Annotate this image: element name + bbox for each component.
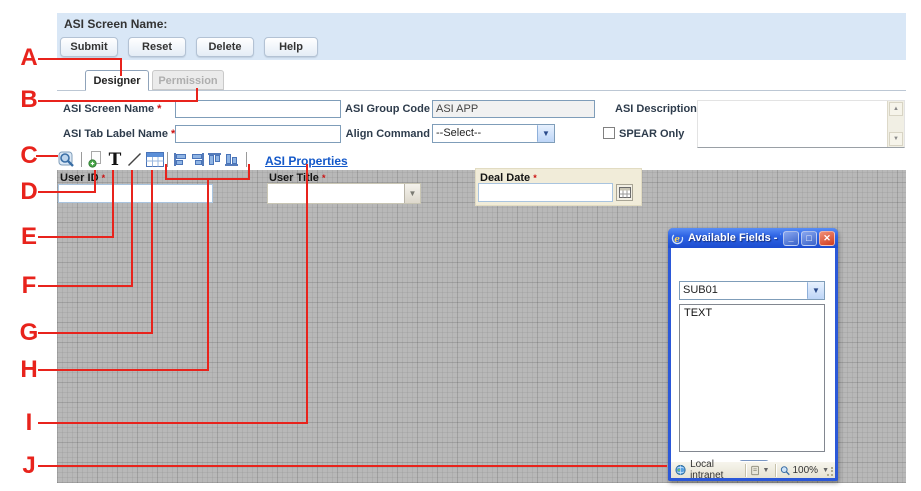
user-title-select[interactable]: ▼ — [267, 183, 421, 204]
annotation-line — [38, 285, 133, 287]
spear-only-checkbox[interactable] — [603, 127, 615, 139]
annotation-letter-d: D — [16, 180, 42, 204]
screen-name-input[interactable] — [175, 100, 341, 118]
annotation-line — [38, 191, 96, 193]
tab-designer[interactable]: Designer — [85, 70, 149, 91]
annotation-letter-j: J — [16, 454, 42, 478]
group-code-label: ASI Group Code — [345, 103, 430, 115]
list-item[interactable]: TEXT — [680, 305, 824, 321]
window-statusbar: Local intranet ▼ 100% ▼ — [671, 461, 835, 478]
line-tool-icon[interactable] — [126, 150, 142, 169]
intranet-globe-icon — [675, 464, 686, 476]
deal-date-input[interactable] — [478, 183, 613, 202]
calendar-icon[interactable] — [616, 184, 633, 201]
zoom-level-label: 100% — [792, 465, 818, 476]
annotation-letter-a: A — [16, 46, 42, 70]
tab-permission[interactable]: Permission — [152, 70, 224, 90]
resize-grip[interactable] — [824, 467, 834, 477]
annotation-letter-c: C — [16, 144, 42, 168]
statusbar-divider — [775, 464, 776, 477]
annotation-letter-e: E — [16, 225, 42, 249]
align-top-icon[interactable] — [206, 150, 222, 169]
annotation-line — [165, 178, 250, 180]
annotation-line — [38, 100, 198, 102]
add-control-icon[interactable] — [87, 150, 103, 169]
annotation-line — [120, 58, 122, 76]
annotation-line — [112, 170, 114, 238]
user-id-input[interactable] — [58, 184, 213, 203]
window-titlebar[interactable]: e Available Fields - Wind... _ □ ✕ — [668, 228, 838, 248]
tab-label-name-label: ASI Tab Label Name * — [63, 128, 175, 140]
submit-button[interactable]: Submit — [60, 37, 118, 57]
security-zone-label: Local intranet — [690, 459, 745, 481]
description-scrollbar[interactable]: ▲ ▼ — [887, 101, 904, 147]
spear-only-label: SPEAR Only — [619, 128, 684, 140]
annotation-line — [38, 332, 153, 334]
minimize-button[interactable]: _ — [783, 231, 799, 246]
annotation-line — [94, 170, 96, 193]
group-code-field: ASI APP — [432, 100, 595, 118]
align-right-icon[interactable] — [189, 150, 205, 169]
zoom-preview-icon[interactable] — [57, 150, 77, 169]
annotation-line — [38, 422, 308, 424]
align-left-icon[interactable] — [172, 150, 188, 169]
table-tool-icon[interactable] — [145, 150, 165, 169]
statusbar-divider — [745, 464, 746, 477]
annotation-letter-f: F — [16, 274, 42, 298]
screen: ASI Screen Name: Submit Reset Delete Hel… — [0, 0, 921, 491]
scroll-up-icon[interactable]: ▲ — [889, 102, 903, 116]
annotation-line — [38, 236, 114, 238]
scroll-down-icon[interactable]: ▼ — [889, 132, 903, 146]
description-textarea[interactable]: ▲ ▼ — [697, 100, 905, 148]
zoom-magnifier-icon — [780, 465, 790, 476]
chevron-down-icon[interactable]: ▼ — [762, 467, 769, 474]
ie-logo-icon: e — [671, 232, 684, 245]
annotation-line — [207, 178, 209, 371]
annotation-line — [306, 164, 308, 424]
annotation-letter-b: B — [16, 88, 42, 112]
text-tool-icon[interactable]: T — [106, 150, 124, 169]
annotation-line — [165, 164, 167, 180]
close-button[interactable]: ✕ — [819, 231, 835, 246]
maximize-button[interactable]: □ — [801, 231, 817, 246]
field-label-user-id: User ID * — [60, 172, 105, 184]
align-command-label: Align Command — [345, 128, 430, 140]
chevron-down-icon[interactable]: ▼ — [537, 125, 554, 142]
chevron-down-icon[interactable]: ▼ — [404, 184, 420, 203]
available-fields-select[interactable]: SUB01 ▼ — [679, 281, 825, 300]
toolbar-separator — [246, 152, 247, 167]
required-mark: * — [157, 103, 161, 115]
help-button[interactable]: Help — [264, 37, 318, 57]
annotation-line — [131, 170, 133, 287]
svg-text:e: e — [674, 234, 680, 244]
annotation-line — [38, 369, 209, 371]
reset-button[interactable]: Reset — [128, 37, 186, 57]
align-command-select[interactable]: --Select-- ▼ — [432, 124, 555, 143]
delete-button[interactable]: Delete — [196, 37, 254, 57]
toolbar-separator — [81, 152, 82, 167]
annotation-letter-i: I — [16, 411, 42, 435]
available-fields-window[interactable]: e Available Fields - Wind... _ □ ✕ SUB01… — [668, 228, 838, 481]
annotation-line — [38, 58, 122, 60]
annotation-line — [248, 164, 250, 180]
screen-name-label: ASI Screen Name * — [63, 103, 161, 115]
annotation-line — [196, 88, 198, 102]
window-title: Available Fields - Wind... — [688, 232, 781, 244]
annotation-line — [38, 465, 667, 467]
tab-label-name-input[interactable] — [175, 125, 341, 143]
available-fields-listbox[interactable]: TEXT — [679, 304, 825, 452]
annotation-letter-h: H — [16, 358, 42, 382]
align-bottom-icon[interactable] — [223, 150, 239, 169]
chevron-down-icon[interactable]: ▼ — [807, 282, 824, 299]
window-body: SUB01 ▼ TEXT OK — [671, 248, 835, 461]
annotation-letter-g: G — [16, 321, 42, 345]
annotation-line — [151, 170, 153, 334]
toolbar-separator — [167, 152, 168, 167]
page-title: ASI Screen Name: — [64, 17, 167, 31]
protected-mode-icon[interactable] — [750, 465, 760, 476]
description-label: ASI Description — [615, 103, 697, 115]
